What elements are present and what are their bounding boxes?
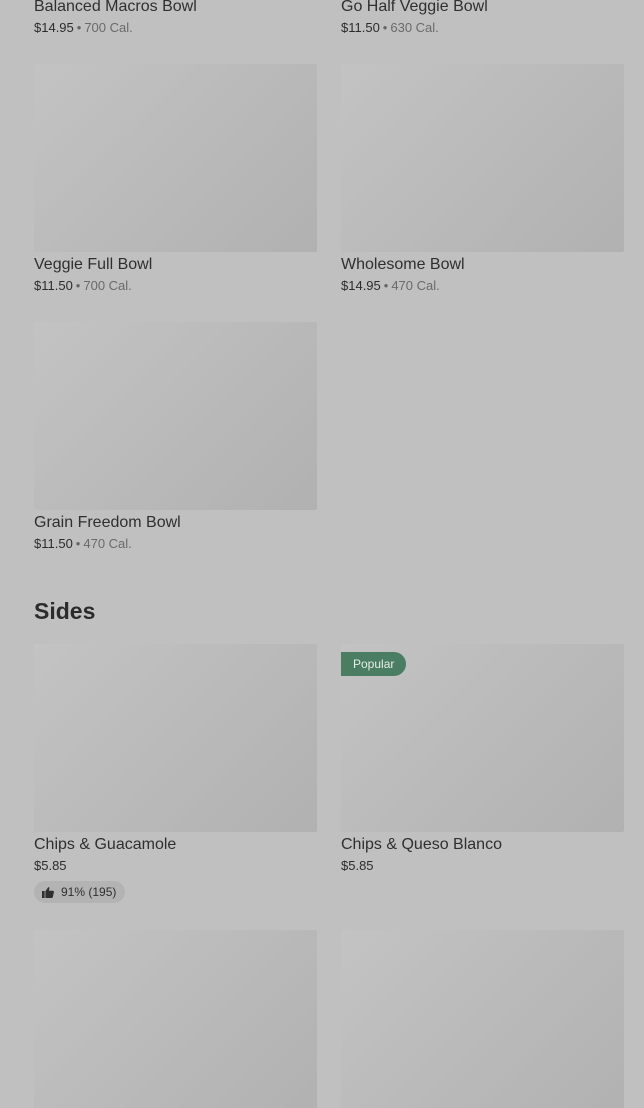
side-item-card[interactable]: Chips & Guacamole $5.85 91% (195) — [34, 644, 317, 903]
menu-item-name: Wholesome Bowl — [341, 256, 465, 273]
menu-item-price: $11.50 — [341, 20, 380, 35]
section-title-sides: Sides — [34, 598, 96, 624]
menu-item-card[interactable]: Go Half Veggie Bowl $11.50 • 630 Cal. — [341, 0, 624, 37]
menu-item-image — [34, 322, 317, 510]
menu-item-price: $5.85 — [34, 858, 67, 873]
menu-item-meta: $14.95 • 470 Cal. — [341, 277, 624, 295]
meta-separator: • — [75, 536, 81, 551]
side-item-card[interactable] — [34, 930, 317, 1108]
menu-item-calories: 700 Cal. — [84, 20, 133, 35]
popular-badge: Popular — [341, 652, 407, 676]
menu-item-image: Popular — [341, 644, 624, 832]
menu-item-card[interactable]: Grain Freedom Bowl $11.50 • 470 Cal. — [34, 322, 317, 553]
menu-item-price: $5.85 — [341, 858, 374, 873]
menu-item-meta: $5.85 — [34, 857, 317, 875]
side-item-card[interactable] — [341, 930, 624, 1108]
rating-text: 91% (195) — [61, 885, 117, 899]
menu-item-price: $11.50 — [34, 278, 73, 293]
menu-item-name: Balanced Macros Bowl — [34, 0, 197, 15]
menu-item-meta: $11.50 • 700 Cal. — [34, 277, 317, 295]
menu-item-meta: $14.95 • 700 Cal. — [34, 19, 317, 37]
meta-separator: • — [383, 278, 389, 293]
menu-item-card[interactable]: Veggie Full Bowl $11.50 • 700 Cal. — [34, 64, 317, 295]
menu-item-name: Chips & Queso Blanco — [341, 836, 502, 853]
menu-item-image — [341, 64, 624, 252]
menu-item-meta: $11.50 • 630 Cal. — [341, 19, 624, 37]
menu-item-calories: 630 Cal. — [390, 20, 439, 35]
menu-item-image — [34, 930, 317, 1108]
menu-item-name: Veggie Full Bowl — [34, 256, 153, 273]
thumbs-up-icon — [42, 886, 54, 898]
menu-item-price: $11.50 — [34, 536, 73, 551]
menu-page: Balanced Macros Bowl $14.95 • 700 Cal. Go … — [0, 0, 644, 1108]
menu-item-meta: $5.85 — [341, 857, 624, 875]
menu-item-price: $14.95 — [341, 278, 381, 293]
menu-item-calories: 470 Cal. — [391, 278, 440, 293]
meta-separator: • — [76, 20, 82, 35]
menu-item-card[interactable]: Wholesome Bowl $14.95 • 470 Cal. — [341, 64, 624, 295]
menu-item-card[interactable]: Balanced Macros Bowl $14.95 • 700 Cal. — [34, 0, 317, 37]
menu-item-calories: 700 Cal. — [83, 278, 132, 293]
menu-item-image — [34, 644, 317, 832]
menu-item-name: Go Half Veggie Bowl — [341, 0, 488, 15]
menu-item-calories: 470 Cal. — [83, 536, 132, 551]
menu-item-name: Grain Freedom Bowl — [34, 514, 181, 531]
meta-separator: • — [382, 20, 388, 35]
menu-item-image — [34, 64, 317, 252]
menu-item-name: Chips & Guacamole — [34, 836, 177, 853]
side-item-card[interactable]: Popular Chips & Queso Blanco $5.85 — [341, 644, 624, 875]
menu-item-meta: $11.50 • 470 Cal. — [34, 535, 317, 553]
meta-separator: • — [75, 278, 81, 293]
rating-badge: 91% (195) — [34, 881, 126, 903]
menu-item-image — [341, 930, 624, 1108]
menu-item-price: $14.95 — [34, 20, 74, 35]
